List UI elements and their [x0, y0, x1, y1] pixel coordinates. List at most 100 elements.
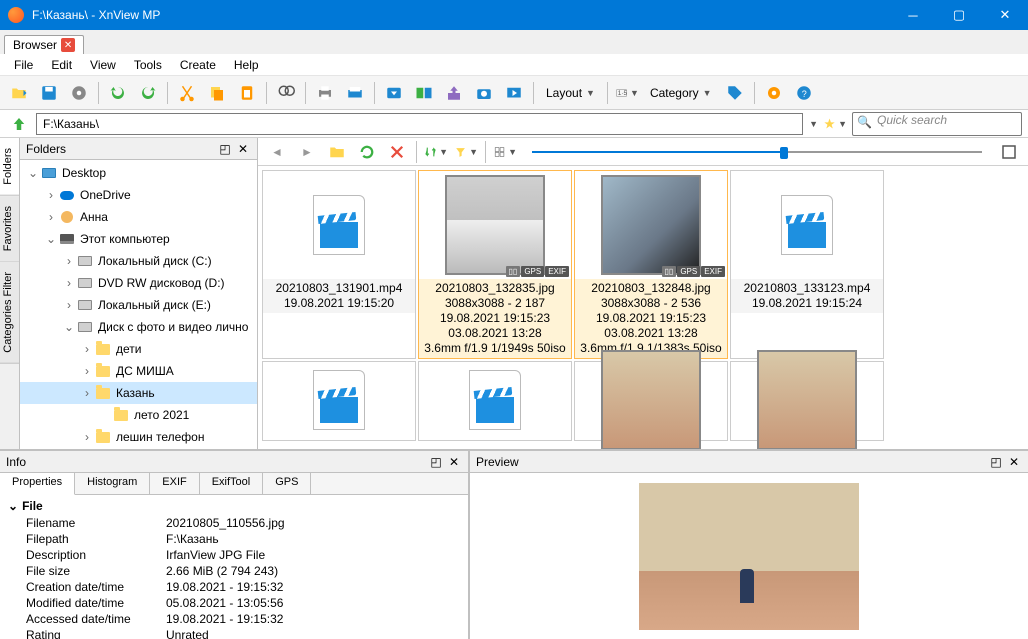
menu-help[interactable]: Help: [226, 56, 267, 74]
expand-icon[interactable]: ›: [44, 188, 58, 202]
expand-icon[interactable]: ›: [62, 254, 76, 268]
refresh-button[interactable]: [354, 139, 380, 165]
close-pane-icon[interactable]: ✕: [446, 454, 462, 470]
info-tab-gps[interactable]: GPS: [263, 473, 311, 494]
expand-icon[interactable]: ›: [80, 364, 94, 378]
thumbnail-size-slider[interactable]: [532, 149, 982, 155]
folders-side-tab[interactable]: Folders: [0, 138, 19, 196]
tree-item[interactable]: ⌄Этот компьютер: [20, 228, 257, 250]
up-button[interactable]: [6, 111, 32, 137]
tree-item[interactable]: ›OneDrive: [20, 184, 257, 206]
layout-dropdown[interactable]: Layout▼: [540, 86, 601, 100]
filter-button[interactable]: ▼: [453, 139, 479, 165]
thumbnail[interactable]: ▯▯GPSEXIF20210803_132835.jpg3088x3088 - …: [418, 170, 572, 359]
tree-item[interactable]: ›Анна: [20, 206, 257, 228]
forward-button[interactable]: ►: [294, 139, 320, 165]
thumbnail-grid[interactable]: 20210803_131901.mp419.08.2021 19:15:20▯▯…: [258, 166, 1028, 449]
favorite-star-button[interactable]: ▼: [822, 111, 848, 137]
expand-icon[interactable]: ›: [44, 210, 58, 224]
print-button[interactable]: [312, 80, 338, 106]
tree-item[interactable]: лето 2021: [20, 404, 257, 426]
menu-tools[interactable]: Tools: [126, 56, 170, 74]
capture-button[interactable]: [471, 80, 497, 106]
convert-button[interactable]: [381, 80, 407, 106]
disc-button[interactable]: [66, 80, 92, 106]
close-pane-icon[interactable]: ✕: [235, 141, 251, 157]
slideshow-button[interactable]: [501, 80, 527, 106]
expand-icon[interactable]: ⌄: [62, 320, 76, 334]
close-tab-icon[interactable]: ✕: [61, 38, 75, 52]
thumbnail[interactable]: 20210803_133123.mp419.08.2021 19:15:24: [730, 170, 884, 359]
fullscreen-button[interactable]: [996, 139, 1022, 165]
new-folder-button[interactable]: [324, 139, 350, 165]
thumbnail[interactable]: [262, 361, 416, 441]
thumbnail[interactable]: [574, 361, 728, 441]
close-button[interactable]: ✕: [982, 0, 1028, 30]
expand-icon[interactable]: ›: [62, 276, 76, 290]
thumbnail[interactable]: [418, 361, 572, 441]
undock-icon[interactable]: ◰: [988, 454, 1004, 470]
menu-view[interactable]: View: [82, 56, 124, 74]
favorites-side-tab[interactable]: Favorites: [0, 196, 19, 262]
tree-item[interactable]: ⌄Desktop: [20, 162, 257, 184]
menu-create[interactable]: Create: [172, 56, 224, 74]
rotate-right-button[interactable]: [135, 80, 161, 106]
cloud-icon: [58, 187, 76, 203]
expand-icon[interactable]: ⌄: [26, 166, 40, 180]
expand-icon[interactable]: ›: [80, 342, 94, 356]
tree-item[interactable]: ›ДС МИША: [20, 360, 257, 382]
open-button[interactable]: [6, 80, 32, 106]
info-tab-properties[interactable]: Properties: [0, 473, 75, 495]
preview-image[interactable]: [639, 483, 859, 630]
path-input[interactable]: [36, 113, 803, 135]
categories-side-tab[interactable]: Categories Filter: [0, 262, 19, 364]
sort-button[interactable]: ▼: [423, 139, 449, 165]
tree-item[interactable]: ›Локальный диск (E:): [20, 294, 257, 316]
file-section-header[interactable]: ⌄File: [2, 497, 466, 515]
scan-button[interactable]: [342, 80, 368, 106]
rotate-left-button[interactable]: [105, 80, 131, 106]
menu-file[interactable]: File: [6, 56, 41, 74]
menu-edit[interactable]: Edit: [43, 56, 80, 74]
paste-button[interactable]: [234, 80, 260, 106]
expand-icon[interactable]: ⌄: [44, 232, 58, 246]
browser-tab[interactable]: Browser ✕: [4, 35, 84, 54]
copy-button[interactable]: [204, 80, 230, 106]
tree-item[interactable]: ⌄Диск с фото и видео лично: [20, 316, 257, 338]
expand-icon[interactable]: ›: [80, 430, 94, 444]
search-button[interactable]: [273, 80, 299, 106]
expand-icon[interactable]: ›: [62, 298, 76, 312]
back-button[interactable]: ◄: [264, 139, 290, 165]
thumbnail[interactable]: 20210803_131901.mp419.08.2021 19:15:20: [262, 170, 416, 359]
view-mode-button[interactable]: ▼: [492, 139, 518, 165]
thumbnail[interactable]: [730, 361, 884, 441]
delete-button[interactable]: [384, 139, 410, 165]
expand-icon[interactable]: ›: [80, 386, 94, 400]
cut-button[interactable]: [174, 80, 200, 106]
close-pane-icon[interactable]: ✕: [1006, 454, 1022, 470]
settings-button[interactable]: [761, 80, 787, 106]
minimize-button[interactable]: ─: [890, 0, 936, 30]
chevron-down-icon[interactable]: ▼: [809, 119, 818, 129]
tree-item[interactable]: ›лешин телефон: [20, 426, 257, 448]
tag-button[interactable]: [722, 80, 748, 106]
rating-button[interactable]: 1·5▼: [614, 80, 640, 106]
info-tab-exif[interactable]: EXIF: [150, 473, 199, 494]
compare-button[interactable]: [411, 80, 437, 106]
info-tab-exiftool[interactable]: ExifTool: [200, 473, 264, 494]
tree-item[interactable]: ›Казань: [20, 382, 257, 404]
category-dropdown[interactable]: Category▼: [644, 86, 718, 100]
info-tab-histogram[interactable]: Histogram: [75, 473, 150, 494]
folder-tree[interactable]: ⌄Desktop›OneDrive›Анна⌄Этот компьютер›Ло…: [20, 160, 257, 449]
tree-item[interactable]: ›DVD RW дисковод (D:): [20, 272, 257, 294]
maximize-button[interactable]: ▢: [936, 0, 982, 30]
quick-search-input[interactable]: Quick search: [852, 112, 1022, 136]
tree-item[interactable]: ›Локальный диск (C:): [20, 250, 257, 272]
undock-icon[interactable]: ◰: [428, 454, 444, 470]
upload-button[interactable]: [441, 80, 467, 106]
thumbnail[interactable]: ▯▯GPSEXIF20210803_132848.jpg3088x3088 - …: [574, 170, 728, 359]
help-button[interactable]: ?: [791, 80, 817, 106]
save-button[interactable]: [36, 80, 62, 106]
tree-item[interactable]: ›дети: [20, 338, 257, 360]
undock-icon[interactable]: ◰: [217, 141, 233, 157]
